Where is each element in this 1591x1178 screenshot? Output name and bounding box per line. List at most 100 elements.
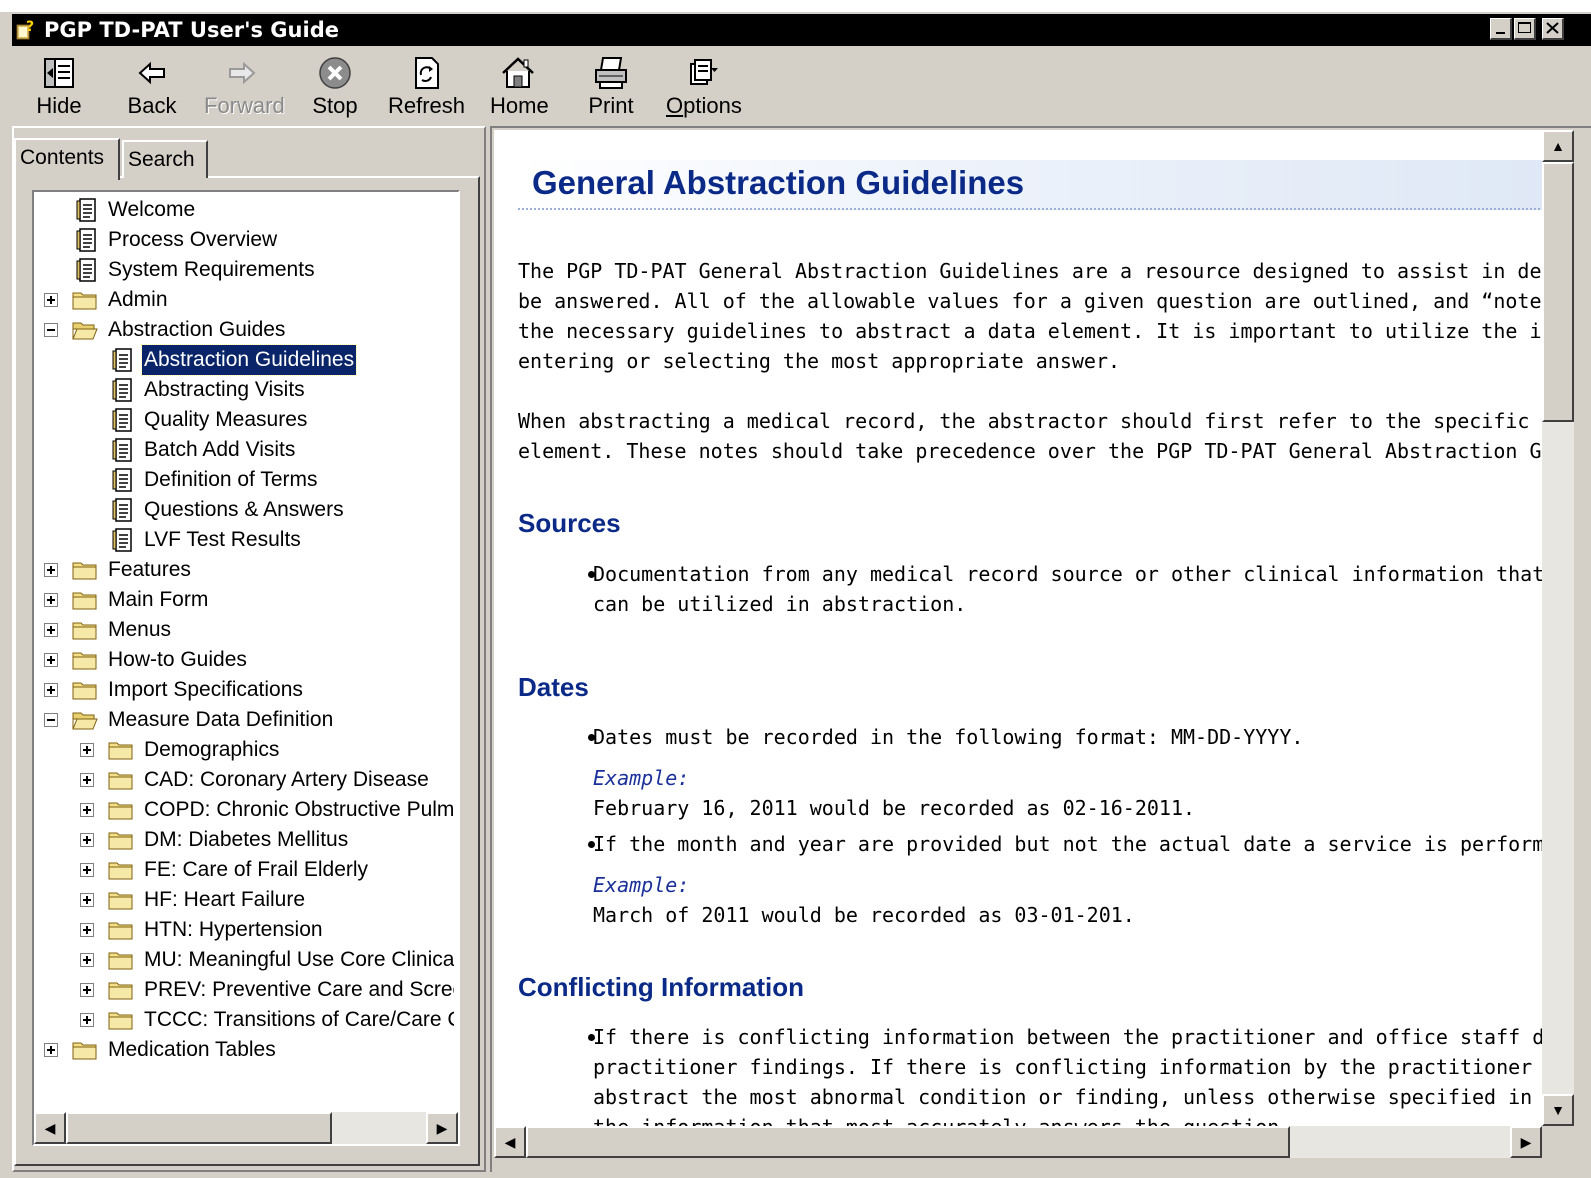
expand-toggle-icon[interactable] <box>80 953 94 967</box>
refresh-button[interactable]: Refresh <box>388 48 465 122</box>
expand-toggle-icon[interactable] <box>80 863 94 877</box>
tree-item[interactable]: Abstraction Guidelines <box>34 344 454 376</box>
content-vertical-scrollbar[interactable]: ▲ ▼ <box>1542 130 1574 1126</box>
expand-toggle-icon[interactable] <box>80 893 94 907</box>
tab-contents[interactable]: Contents <box>14 138 120 180</box>
scroll-left-button[interactable]: ◀ <box>34 1112 66 1144</box>
expand-toggle-icon[interactable] <box>44 1043 58 1057</box>
tree-item[interactable]: Import Specifications <box>34 675 454 705</box>
collapse-toggle-icon[interactable] <box>44 323 58 337</box>
folder-icon <box>108 742 133 760</box>
back-arrow-icon <box>138 61 165 85</box>
tree-item[interactable]: Measure Data Definition <box>34 705 454 735</box>
conflicting-line-4: the information that most accurately ans… <box>593 1112 1291 1126</box>
vertical-scroll-thumb[interactable] <box>1542 162 1574 422</box>
tree-item[interactable]: FE: Care of Frail Elderly <box>34 855 454 885</box>
content-scroll-left-button[interactable]: ◀ <box>494 1126 526 1158</box>
hide-button[interactable]: Hide <box>32 48 86 122</box>
tree-item[interactable]: Medication Tables <box>34 1035 454 1065</box>
help-book-icon: ? <box>16 20 34 40</box>
stop-button[interactable]: Stop <box>308 48 362 122</box>
printer-icon <box>595 57 627 89</box>
expand-toggle-icon[interactable] <box>80 983 94 997</box>
tree-item[interactable]: CAD: Coronary Artery Disease <box>34 765 454 795</box>
tree-item-label: PREV: Preventive Care and Screei <box>144 978 454 1001</box>
tree-item[interactable]: Process Overview <box>34 225 454 255</box>
close-icon <box>1546 22 1559 34</box>
tree-item[interactable]: How-to Guides <box>34 645 454 675</box>
options-icon <box>690 59 718 85</box>
tree-item-label: LVF Test Results <box>144 528 301 551</box>
scroll-up-button[interactable]: ▲ <box>1542 130 1574 162</box>
page-icon <box>76 198 96 222</box>
scroll-thumb[interactable] <box>66 1112 332 1144</box>
tree-item-label: Features <box>108 558 191 581</box>
folder-icon <box>108 832 133 850</box>
tree-item[interactable]: Abstraction Guides <box>34 315 454 345</box>
expand-toggle-icon[interactable] <box>44 653 58 667</box>
intro-line-3: the necessary guidelines to abstract a d… <box>518 319 1542 343</box>
folder-icon <box>72 562 97 580</box>
options-button[interactable]: Options <box>666 48 742 122</box>
scroll-down-button[interactable]: ▼ <box>1542 1094 1574 1126</box>
expand-toggle-icon[interactable] <box>80 923 94 937</box>
expand-toggle-icon[interactable] <box>80 803 94 817</box>
tree-item[interactable]: TCCC: Transitions of Care/Care Co <box>34 1005 454 1035</box>
title-bar[interactable]: ? PGP TD-PAT User's Guide <box>12 14 1591 46</box>
tree-item[interactable]: Demographics <box>34 735 454 765</box>
close-button[interactable] <box>1542 18 1564 40</box>
tree-item[interactable]: Abstracting Visits <box>34 375 454 405</box>
expand-toggle-icon[interactable] <box>80 833 94 847</box>
collapse-toggle-icon[interactable] <box>44 713 58 727</box>
expand-toggle-icon[interactable] <box>80 773 94 787</box>
stop-label: Stop <box>312 93 358 118</box>
tab-contents-label: Contents <box>20 146 105 169</box>
expand-toggle-icon[interactable] <box>44 293 58 307</box>
home-icon <box>502 57 534 88</box>
expand-toggle-icon[interactable] <box>44 623 58 637</box>
tree-item-label: Batch Add Visits <box>144 438 296 461</box>
expand-toggle-icon[interactable] <box>44 683 58 697</box>
expand-toggle-icon[interactable] <box>80 1013 94 1027</box>
content-scroll-right-button[interactable]: ▶ <box>1510 1126 1542 1158</box>
tree-item[interactable]: LVF Test Results <box>34 525 454 555</box>
tree-item[interactable]: Definition of Terms <box>34 465 454 495</box>
tree-item[interactable]: Quality Measures <box>34 405 454 435</box>
expand-toggle-icon[interactable] <box>80 743 94 757</box>
forward-button[interactable]: Forward <box>204 48 285 122</box>
tree-item[interactable]: PREV: Preventive Care and Screei <box>34 975 454 1005</box>
tree-item[interactable]: Batch Add Visits <box>34 435 454 465</box>
tree-item[interactable]: MU: Meaningful Use Core Clinical ( <box>34 945 454 975</box>
expand-toggle-icon[interactable] <box>44 563 58 577</box>
tree-item[interactable]: HTN: Hypertension <box>34 915 454 945</box>
tree-item-label: Abstraction Guides <box>108 318 286 341</box>
forward-arrow-icon <box>229 61 256 85</box>
tree-item[interactable]: Main Form <box>34 585 454 615</box>
tree-item[interactable]: Menus <box>34 615 454 645</box>
print-label: Print <box>588 93 634 118</box>
home-label: Home <box>490 93 549 118</box>
tree-item[interactable]: Admin <box>34 285 454 315</box>
expand-toggle-icon[interactable] <box>44 593 58 607</box>
maximize-button[interactable] <box>1514 18 1536 40</box>
print-button[interactable]: Print <box>584 48 638 122</box>
home-button[interactable]: Home <box>490 48 549 122</box>
tab-search[interactable]: Search <box>122 140 208 178</box>
tree-item-label: DM: Diabetes Mellitus <box>144 828 349 851</box>
minimize-button[interactable] <box>1490 18 1512 40</box>
page-icon <box>112 378 132 402</box>
tree-item-label: Admin <box>108 288 168 311</box>
options-rest: ptions <box>683 93 742 118</box>
back-button[interactable]: Back <box>122 48 182 122</box>
tree-horizontal-scrollbar[interactable]: ◀ ▶ <box>34 1112 458 1144</box>
tree-item[interactable]: System Requirements <box>34 255 454 285</box>
scroll-right-button[interactable]: ▶ <box>426 1112 458 1144</box>
tree-item[interactable]: Features <box>34 555 454 585</box>
tree-item[interactable]: DM: Diabetes Mellitus <box>34 825 454 855</box>
tree-item[interactable]: Welcome <box>34 195 454 225</box>
content-horizontal-scrollbar[interactable]: ◀ ▶ <box>494 1126 1542 1158</box>
tree-item[interactable]: COPD: Chronic Obstructive Pulmor <box>34 795 454 825</box>
tree-item[interactable]: HF: Heart Failure <box>34 885 454 915</box>
content-scroll-thumb[interactable] <box>526 1126 1290 1158</box>
tree-item[interactable]: Questions & Answers <box>34 495 454 525</box>
